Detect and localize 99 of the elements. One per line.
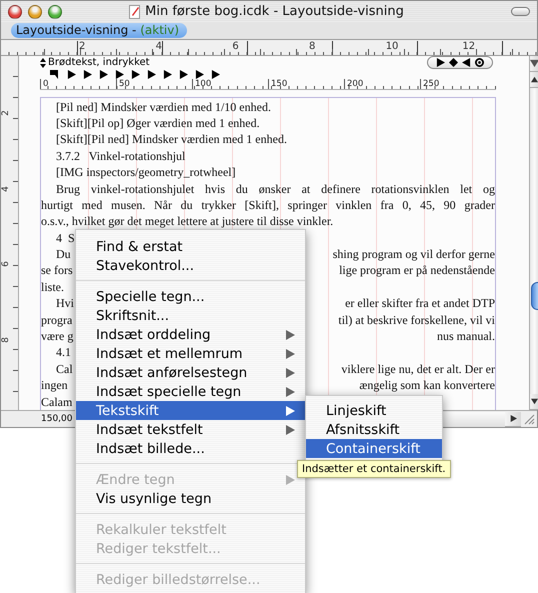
text-line: Cal: [56, 360, 73, 378]
menu-item-label: Rekalkuler tekstfelt: [96, 522, 228, 538]
ruler-number: 150: [270, 78, 288, 89]
menu-item-label: Indsæt specielle tegn: [96, 384, 242, 400]
triangle-down-icon: [531, 398, 538, 405]
text-line: Calam: [41, 394, 72, 410]
document-icon: [129, 4, 140, 18]
zoom-button[interactable]: [48, 4, 62, 18]
circle-dot-icon: [475, 58, 484, 67]
stepper-icon: [40, 58, 46, 68]
menu-item-label: Indsæt tekstfelt: [96, 422, 204, 438]
text-line: hurtigt med musen. Når du trykker [Skift], springer vinklen fra 0, 45, 90 grader: [41, 196, 495, 214]
menu-item-label: Skriftsnit...: [96, 308, 170, 324]
text-line: [IMG inspectors/geometry_rotwheel]: [56, 164, 236, 181]
menu-item-label: Indsæt anførelsestegn: [96, 364, 248, 380]
menu-item[interactable]: Specielle tegn...: [76, 287, 305, 306]
menu-item-label: Vis usynlige tegn: [96, 490, 213, 506]
menu-item[interactable]: Indsæt specielle tegn: [76, 382, 305, 401]
text-line: Du: [56, 246, 71, 262]
menu-item[interactable]: Indsæt orddeling: [76, 325, 305, 344]
menu-item-label: Specielle tegn...: [96, 288, 206, 304]
view-tab[interactable]: Layoutside-visning - (aktiv): [11, 23, 188, 38]
menu-item[interactable]: Indsæt et mellemrum: [76, 344, 305, 363]
toolbar-toggle-button[interactable]: [511, 7, 530, 16]
ruler-number: 8: [1, 336, 11, 342]
text-line: liste.: [41, 278, 64, 296]
tooltip: Indsætter et containerskift.: [297, 460, 451, 478]
tab-type-control[interactable]: [427, 56, 493, 69]
text-line: til) at beskrive forskellene, vil vi: [338, 312, 495, 328]
close-button[interactable]: [8, 4, 22, 18]
triangle-up-icon: [531, 76, 538, 83]
window-title: Min første bog.icdk - Layoutside-visning: [145, 4, 404, 19]
menu-item-label: Rediger billedstørrelse...: [96, 572, 262, 588]
resize-grip-icon[interactable]: [524, 414, 534, 424]
menu-item-label: Find & erstat: [96, 238, 184, 254]
ruler-number: 12: [461, 40, 476, 54]
split-view-button[interactable]: [530, 56, 538, 72]
text-line: lige program er på nedenstående: [339, 262, 495, 279]
zoom-level: 150,00: [40, 414, 74, 424]
text-line: shing program og vil derfor gerne: [332, 246, 495, 262]
ruler-number: 4: [154, 40, 164, 54]
text-line: o.s.v., hvilket gør det meget lettere at justere til disse vinkler.: [41, 213, 334, 230]
ruler-number: 2: [78, 40, 86, 54]
text-line: [Pil ned] Mindsker værdien med 1/10 enhed.: [56, 98, 271, 115]
ruler-number: 6: [231, 40, 240, 54]
menu-item[interactable]: Indsæt tekstfelt: [76, 420, 305, 439]
scroll-down-button[interactable]: [530, 394, 538, 410]
text-line: nus manual.: [437, 328, 495, 344]
paragraph-style-dropdown[interactable]: Brødtekst, indrykket: [40, 57, 150, 68]
menu-item[interactable]: Containerskift: [306, 439, 442, 458]
text-line: være g: [41, 328, 74, 344]
ruler-number: 50: [118, 78, 131, 89]
menu-item[interactable]: Vis usynlige tegn: [76, 489, 305, 508]
menu-item[interactable]: Indsæt billede...: [76, 439, 305, 458]
menu-item-label: Rediger tekstfelt...: [96, 540, 222, 556]
diamond-icon: [449, 58, 458, 67]
ruler-number: 200: [346, 78, 364, 89]
menu-item-label: Stavekontrol...: [96, 258, 196, 274]
menu-item[interactable]: Stavekontrol...: [76, 256, 305, 275]
menu-item[interactable]: Afsnitsskift: [306, 420, 442, 439]
minimize-button[interactable]: [28, 4, 42, 18]
text-line: 4 S: [56, 230, 75, 246]
ruler-number: 10: [384, 40, 400, 54]
text-line: se fors: [41, 262, 73, 279]
ruler-number: 0: [42, 78, 50, 89]
menu-item[interactable]: Tekstskift: [76, 401, 305, 420]
scroll-up-button[interactable]: [530, 72, 538, 88]
text-line: [Skift][Pil ned] Mindsker værdien med 1 enhed.: [56, 131, 287, 148]
menu-item-label: Ændre tegn: [96, 472, 176, 488]
ruler-number: 250: [422, 78, 440, 89]
ruler-number: 6: [1, 261, 11, 267]
right-triangle-icon: [436, 58, 445, 67]
menu-item-label: Indsæt orddeling: [96, 326, 212, 342]
menu-item-label: Indsæt billede...: [96, 440, 206, 456]
text-line: progra: [41, 312, 72, 328]
text-line: 3.7.2 Vinkel-rotationshjul: [56, 148, 186, 164]
menu-item[interactable]: Skriftsnit...: [76, 306, 305, 325]
menu-item[interactable]: Linjeskift: [306, 401, 442, 420]
menu-item-label: Indsæt et mellemrum: [96, 346, 244, 362]
text-line: viklere lige nu, det er alt. Der er: [341, 360, 495, 378]
ruler-number: 8: [308, 40, 316, 54]
menu-item[interactable]: Indsæt anførelsestegn: [76, 363, 305, 382]
text-line: 4.1: [56, 344, 71, 361]
submenu-arrow-icon: [285, 474, 295, 484]
text-line: Brug vinkel-rotationshjulet hvis du ønsker at definere rotationsvinklen let og: [56, 180, 495, 197]
menu-item-label: Tekstskift: [96, 402, 160, 418]
text-line: ængelig som kan konvertere: [359, 377, 495, 394]
text-line: Hvi: [56, 295, 74, 312]
text-line: er eller skifter fra et andet DTP: [345, 295, 495, 312]
triangle-down-icon: [530, 59, 538, 68]
menu-item[interactable]: Find & erstat: [76, 237, 305, 256]
ruler-number: 4: [1, 186, 11, 192]
ruler-number: 100: [194, 78, 212, 89]
scroll-right-button[interactable]: [505, 412, 521, 426]
triangle-right-icon: [510, 415, 516, 422]
left-triangle-icon: [462, 58, 471, 67]
ruler-number: 2: [1, 110, 11, 116]
text-line: ingen: [41, 377, 68, 394]
text-line: [Skift][Pil op] Øger værdien med 1 enhed.: [56, 114, 260, 132]
